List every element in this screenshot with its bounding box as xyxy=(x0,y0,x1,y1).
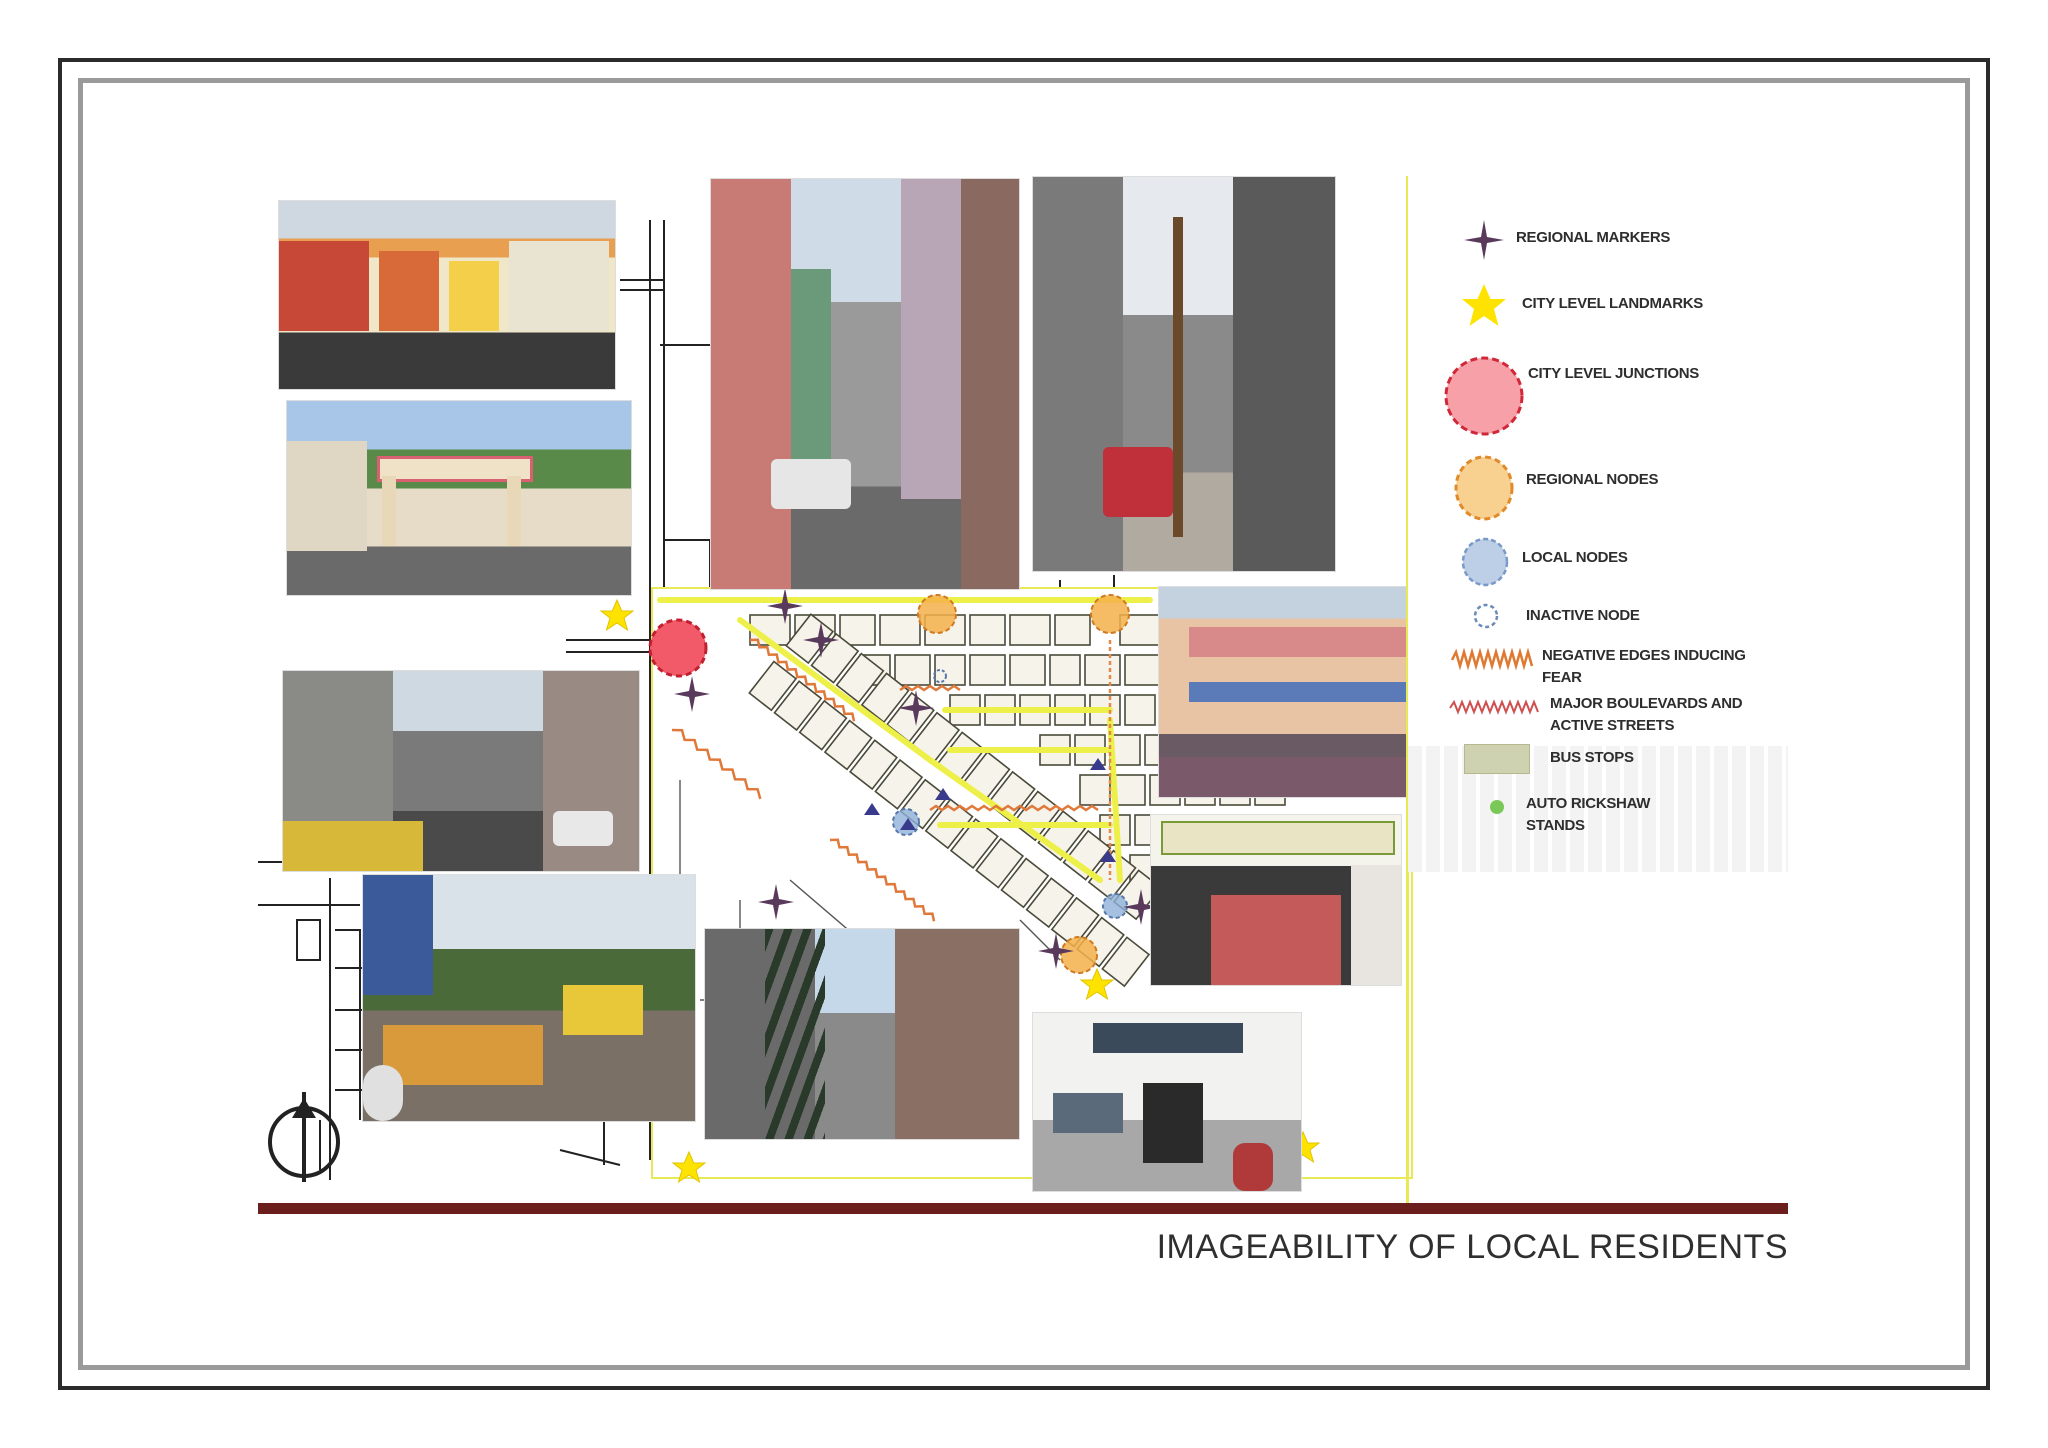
inactive-node-icon xyxy=(1473,603,1499,629)
bus-stop-icon xyxy=(1464,744,1530,774)
photo-market-street xyxy=(282,670,640,872)
photo-building xyxy=(1158,586,1442,798)
landmark-star-icon xyxy=(600,599,634,631)
photo-alley xyxy=(1032,176,1336,572)
regional-marker-icon xyxy=(758,884,794,920)
photo-office-entrance xyxy=(1032,1012,1302,1192)
legend-label: INACTIVE NODE xyxy=(1526,607,1640,624)
regional-marker-icon xyxy=(674,676,710,712)
rickshaw-stand-dot-icon xyxy=(1490,800,1504,814)
north-arrow-icon xyxy=(268,1092,340,1182)
regional-marker-icon xyxy=(898,690,934,726)
legend-label-line2: FEAR xyxy=(1542,669,1582,686)
landmark-star-icon xyxy=(1462,284,1506,326)
photo-shopfronts xyxy=(278,200,616,390)
photo-courtyard xyxy=(704,928,1020,1140)
junction-circle-icon xyxy=(1444,356,1524,436)
legend-label: MAJOR BOULEVARDS AND xyxy=(1550,695,1743,712)
regional-marker-icon xyxy=(803,622,839,658)
legend-label-line2: ACTIVE STREETS xyxy=(1550,717,1675,734)
regional-marker-icon xyxy=(1038,933,1074,969)
regional-marker-icon xyxy=(1464,220,1504,260)
photo-narrow-lane xyxy=(710,178,1020,590)
legend-label: BUS STOPS xyxy=(1550,749,1634,766)
photo-gateway xyxy=(286,400,632,596)
legend-label-line2: STANDS xyxy=(1526,817,1585,834)
regional-node-icon xyxy=(1454,455,1514,521)
regional-marker-icon xyxy=(767,588,803,624)
boulevard-zigzag-icon xyxy=(1449,699,1539,715)
legend-label: REGIONAL MARKERS xyxy=(1516,229,1671,246)
legend-label: CITY LEVEL JUNCTIONS xyxy=(1528,365,1699,382)
landmark-star-icon xyxy=(672,1151,706,1183)
legend-label: AUTO RICKSHAW xyxy=(1526,795,1651,812)
legend-label: NEGATIVE EDGES INDUCING xyxy=(1542,647,1746,664)
negative-edge-zigzag-icon xyxy=(1450,648,1534,671)
photo-shop-counter xyxy=(1150,814,1402,986)
photo-produce-market xyxy=(362,874,696,1122)
title-bar xyxy=(258,1203,1788,1214)
local-node-icon xyxy=(1461,537,1509,587)
legend: REGIONAL MARKERS CITY LEVEL LANDMARKS CI… xyxy=(1408,176,1788,872)
legend-label: LOCAL NODES xyxy=(1522,549,1628,566)
legend-label: REGIONAL NODES xyxy=(1526,471,1659,488)
page-caption: IMAGEABILITY OF LOCAL RESIDENTS xyxy=(1156,1228,1788,1266)
legend-label: CITY LEVEL LANDMARKS xyxy=(1522,295,1703,312)
landmark-star-icon xyxy=(1080,968,1114,1000)
